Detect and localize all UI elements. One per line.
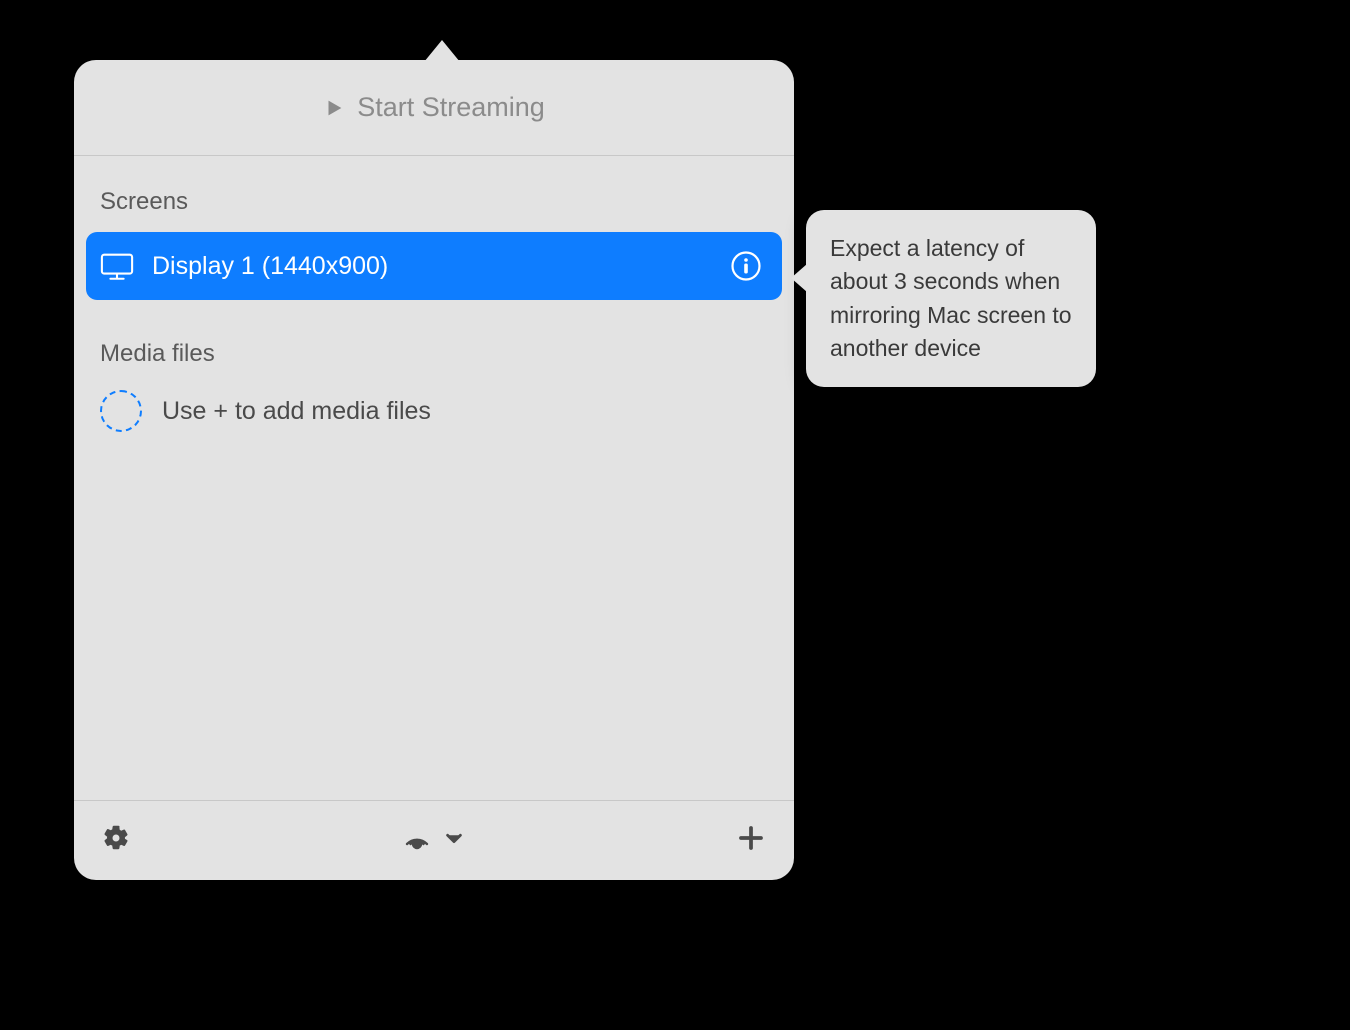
screen-item-label: Display 1 (1440x900) [152,252,730,281]
content-area: Screens Display 1 (1440x900) [74,156,794,800]
media-files-section: Media files Use + to add media files [74,340,794,438]
cast-target-button[interactable]: ? [401,822,433,859]
info-icon[interactable] [730,250,762,282]
screens-section-label: Screens [74,188,794,232]
popover-arrow [424,40,460,62]
add-media-placeholder-icon [100,390,142,432]
media-placeholder-row: Use + to add media files [74,384,794,438]
play-icon [323,97,345,119]
chevron-down-icon[interactable] [443,827,465,854]
tooltip-arrow [791,264,807,292]
media-files-section-label: Media files [74,340,794,384]
media-placeholder-text: Use + to add media files [162,397,431,426]
monitor-icon [100,251,134,281]
tooltip-text: Expect a latency of about 3 seconds when… [830,232,1072,365]
start-streaming-button[interactable]: Start Streaming [74,60,794,156]
latency-tooltip: Expect a latency of about 3 seconds when… [806,210,1096,387]
streaming-popover: Start Streaming Screens Display 1 (1440x… [74,60,794,880]
settings-button[interactable] [102,824,130,857]
footer-toolbar: ? [74,800,794,880]
screen-item-display-1[interactable]: Display 1 (1440x900) [86,232,782,300]
svg-text:?: ? [415,843,419,850]
start-streaming-label: Start Streaming [357,92,545,123]
add-button[interactable] [736,823,766,858]
